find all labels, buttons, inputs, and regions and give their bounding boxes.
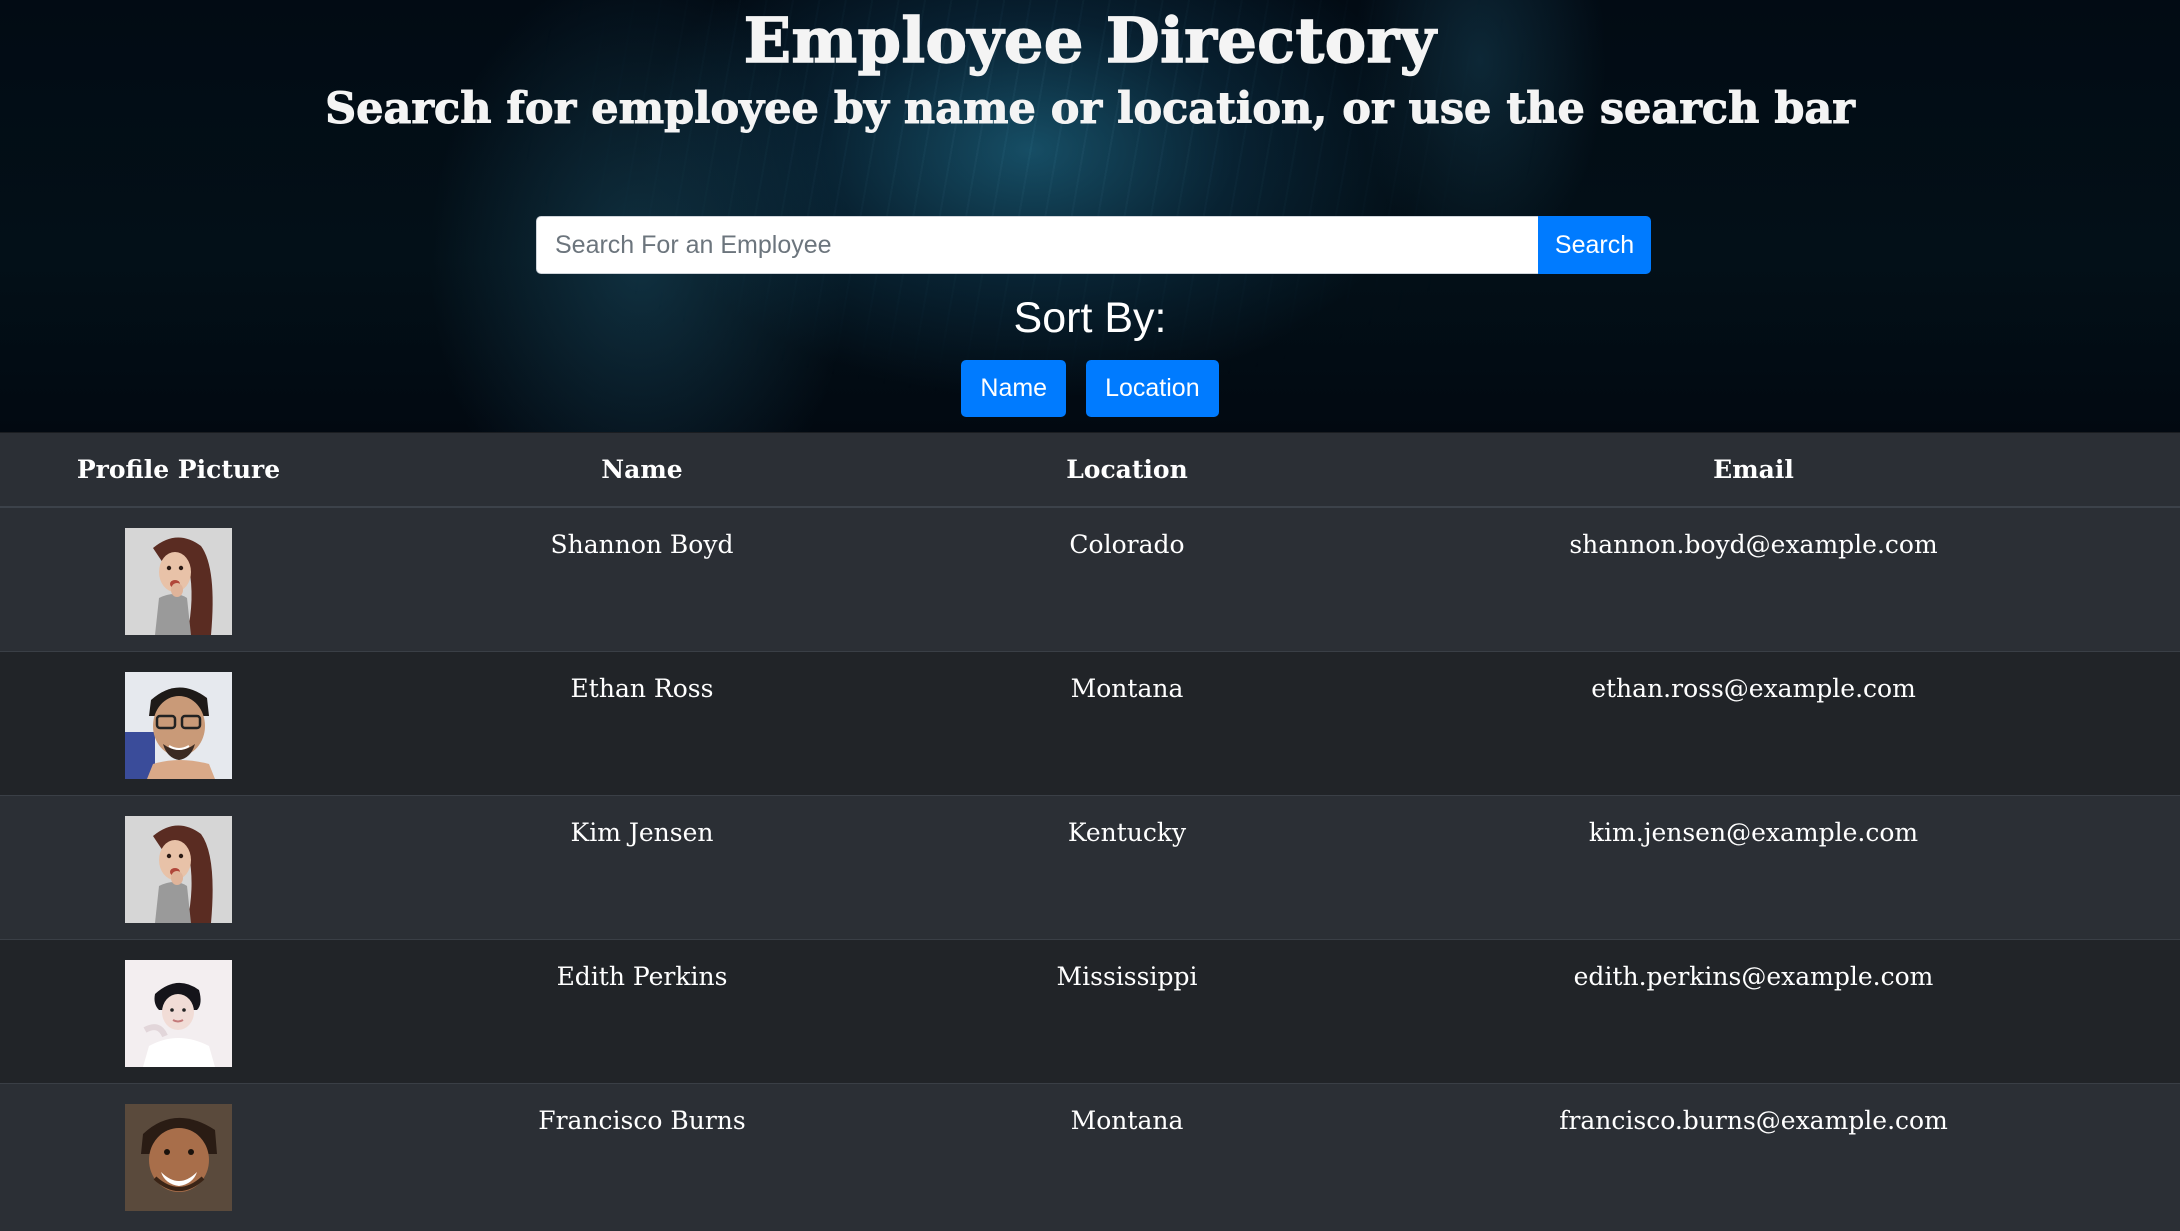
employee-email: shannon.boyd@example.com bbox=[1327, 506, 2180, 651]
employee-name: Ethan Ross bbox=[357, 650, 927, 795]
profile-picture-cell bbox=[0, 1082, 357, 1227]
profile-picture-cell bbox=[0, 506, 357, 651]
employee-location: Montana bbox=[927, 650, 1327, 795]
avatar bbox=[125, 959, 232, 1067]
avatar bbox=[125, 815, 232, 923]
hero-header: Employee Directory Search for employee b… bbox=[0, 0, 2180, 433]
employee-location: Montana bbox=[927, 1082, 1327, 1227]
employee-location: Colorado bbox=[927, 506, 1327, 651]
avatar bbox=[125, 1103, 232, 1211]
column-header-location[interactable]: Location bbox=[927, 433, 1327, 508]
table-header-row: Profile Picture Name Location Email bbox=[0, 433, 2180, 508]
employee-email: ethan.ross@example.com bbox=[1327, 650, 2180, 795]
column-header-profile-picture[interactable]: Profile Picture bbox=[0, 433, 357, 508]
search-form: Search bbox=[536, 216, 1651, 274]
table-row: Kim Jensen Kentucky kim.jensen@example.c… bbox=[0, 794, 2180, 939]
man-smiling-photo-icon bbox=[125, 1103, 232, 1211]
employee-location: Kentucky bbox=[927, 794, 1327, 939]
woman-surprised-photo-icon bbox=[125, 528, 232, 635]
employee-name: Francisco Burns bbox=[357, 1082, 927, 1227]
page-title: Employee Directory bbox=[743, 3, 1437, 78]
man-glasses-photo-icon bbox=[125, 671, 232, 779]
employee-name: Shannon Boyd bbox=[357, 506, 927, 651]
sort-by-location-button[interactable]: Location bbox=[1086, 360, 1219, 417]
woman-surprised-photo-icon bbox=[125, 815, 232, 923]
avatar bbox=[125, 528, 232, 635]
employee-email: francisco.burns@example.com bbox=[1327, 1082, 2180, 1227]
page-subtitle: Search for employee by name or location,… bbox=[325, 84, 1856, 135]
employee-name: Kim Jensen bbox=[357, 794, 927, 939]
column-header-email[interactable]: Email bbox=[1327, 433, 2180, 508]
column-header-name[interactable]: Name bbox=[357, 433, 927, 508]
search-button[interactable]: Search bbox=[1538, 216, 1651, 274]
table-row: Francisco Burns Montana francisco.burns@… bbox=[0, 1082, 2180, 1227]
profile-picture-cell bbox=[0, 938, 357, 1083]
employee-table: Profile Picture Name Location Email Shan… bbox=[0, 433, 2180, 1227]
employee-location: Mississippi bbox=[927, 938, 1327, 1083]
search-input[interactable] bbox=[536, 216, 1538, 274]
table-row: Shannon Boyd Colorado shannon.boyd@examp… bbox=[0, 506, 2180, 651]
table-row: Edith Perkins Mississippi edith.perkins@… bbox=[0, 938, 2180, 1083]
employee-email: kim.jensen@example.com bbox=[1327, 794, 2180, 939]
sort-button-group: Name Location bbox=[0, 360, 2180, 417]
profile-picture-cell bbox=[0, 650, 357, 795]
employee-email: edith.perkins@example.com bbox=[1327, 938, 2180, 1083]
avatar bbox=[125, 671, 232, 779]
table-row: Ethan Ross Montana ethan.ross@example.co… bbox=[0, 650, 2180, 795]
sort-by-label: Sort By: bbox=[1013, 294, 1167, 342]
employee-name: Edith Perkins bbox=[357, 938, 927, 1083]
sort-by-name-button[interactable]: Name bbox=[961, 360, 1067, 417]
person-white-background-photo-icon bbox=[125, 959, 232, 1067]
profile-picture-cell bbox=[0, 794, 357, 939]
